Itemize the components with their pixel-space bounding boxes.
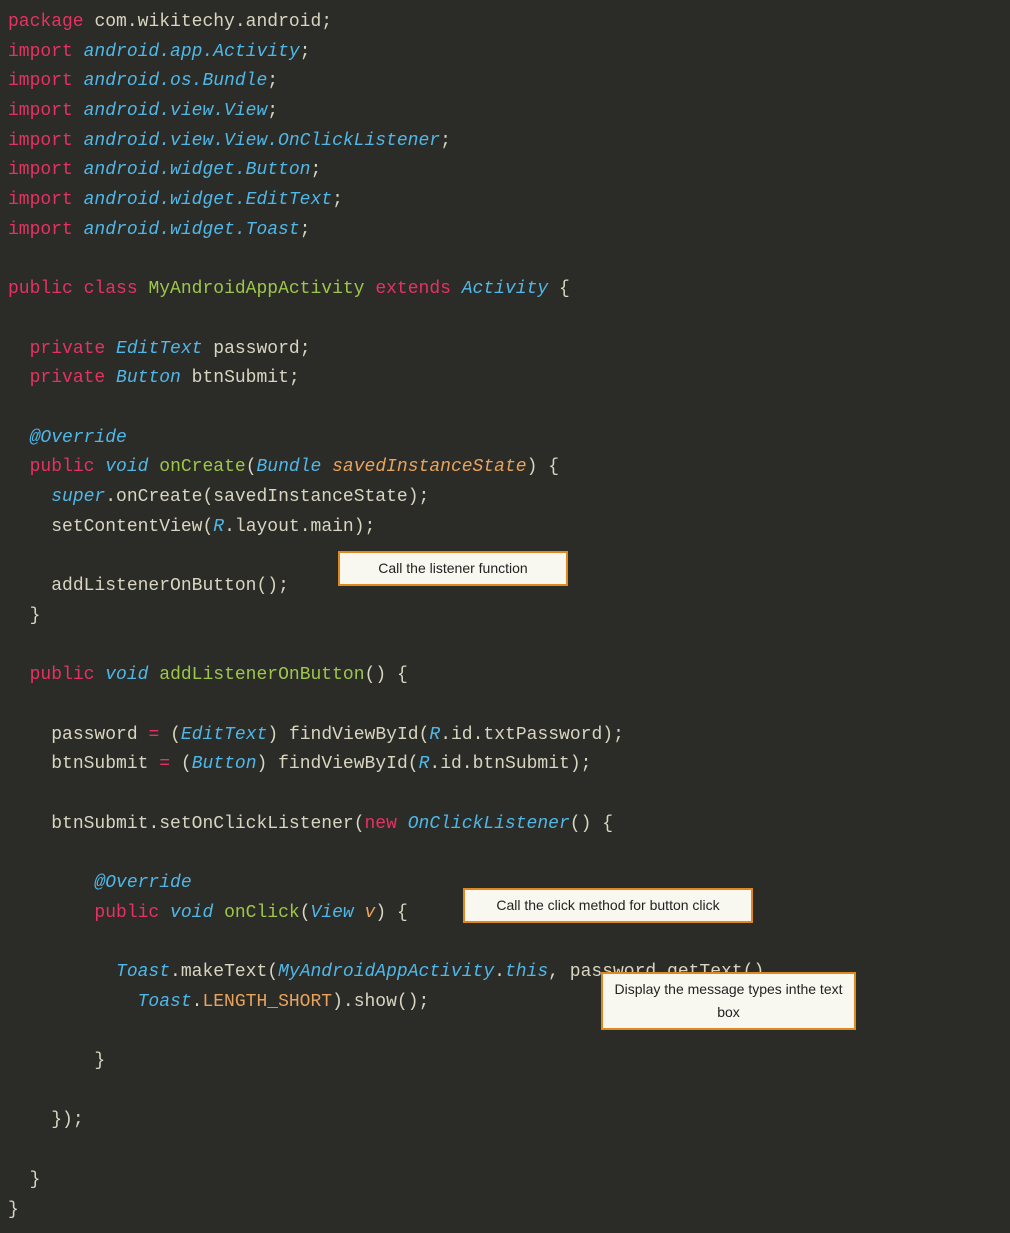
kw-import: import	[8, 131, 73, 151]
kw-import: import	[8, 42, 73, 62]
annotation-box-3: Display the message types inthe text box	[601, 972, 856, 1030]
annotation-box-2: Call the click method for button click	[463, 888, 753, 923]
kw-private: private	[30, 368, 106, 388]
method-call: addListenerOnButton	[51, 576, 256, 596]
param-name: savedInstanceState	[332, 457, 526, 477]
var: btnSubmit	[51, 754, 148, 774]
kw-public: public	[8, 279, 73, 299]
kw-import: import	[8, 190, 73, 210]
close-brace: }	[94, 1051, 105, 1071]
import-path: android.view.View.OnClickListener	[84, 131, 440, 151]
listener-type: OnClickListener	[408, 814, 570, 834]
outer-class: MyAndroidAppActivity	[278, 962, 494, 982]
import-path: android.os.Bundle	[84, 71, 268, 91]
kw-public: public	[94, 903, 159, 923]
kw-private: private	[30, 339, 106, 359]
field-name: password	[213, 339, 299, 359]
close-brace: }	[30, 1170, 41, 1190]
arg: savedInstanceState	[213, 487, 407, 507]
kw-import: import	[8, 101, 73, 121]
field-type: Button	[116, 368, 181, 388]
method-name: addListenerOnButton	[159, 665, 364, 685]
kw-void: void	[170, 903, 213, 923]
method-call: findViewById	[289, 725, 419, 745]
annotation-override: @Override	[94, 873, 191, 893]
kw-this: this	[505, 962, 548, 982]
const: LENGTH_SHORT	[202, 992, 332, 1012]
annotation-override: @Override	[30, 428, 127, 448]
field-type: EditText	[116, 339, 202, 359]
import-path: android.widget.Toast	[84, 220, 300, 240]
method-name: onCreate	[159, 457, 245, 477]
param-type: View	[311, 903, 354, 923]
method-call: setContentView	[51, 517, 202, 537]
field-name: btnSubmit	[192, 368, 289, 388]
close-anon: });	[51, 1110, 83, 1130]
kw-super: super	[51, 487, 105, 507]
var: btnSubmit	[51, 814, 148, 834]
r-class: R	[213, 517, 224, 537]
method-call: makeText	[181, 962, 267, 982]
close-brace: }	[8, 1200, 19, 1220]
method-call: findViewById	[278, 754, 408, 774]
kw-import: import	[8, 71, 73, 91]
kw-import: import	[8, 220, 73, 240]
import-path: android.widget.Button	[84, 160, 311, 180]
import-path: android.widget.EditText	[84, 190, 332, 210]
kw-class: class	[84, 279, 138, 299]
method-name: onClick	[224, 903, 300, 923]
kw-import: import	[8, 160, 73, 180]
import-path: android.app.Activity	[84, 42, 300, 62]
code-block: package com.wikitechy.android; import an…	[8, 8, 1002, 1225]
parent-class: Activity	[462, 279, 548, 299]
var: password	[51, 725, 137, 745]
kw-new: new	[365, 814, 397, 834]
kw-public: public	[30, 665, 95, 685]
import-path: android.view.View	[84, 101, 268, 121]
kw-void: void	[105, 457, 148, 477]
class-name: MyAndroidAppActivity	[148, 279, 364, 299]
toast-class: Toast	[116, 962, 170, 982]
kw-public: public	[30, 457, 95, 477]
kw-void: void	[105, 665, 148, 685]
param-type: Bundle	[257, 457, 322, 477]
method-call: onCreate	[116, 487, 202, 507]
cast-type: EditText	[181, 725, 267, 745]
package-name: com.wikitechy.android	[94, 12, 321, 32]
param-name: v	[365, 903, 376, 923]
annotation-box-1: Call the listener function	[338, 551, 568, 586]
method-call: setOnClickListener	[159, 814, 353, 834]
kw-package: package	[8, 12, 84, 32]
kw-extends: extends	[375, 279, 451, 299]
cast-type: Button	[192, 754, 257, 774]
toast-class: Toast	[138, 992, 192, 1012]
close-brace: }	[30, 606, 41, 626]
